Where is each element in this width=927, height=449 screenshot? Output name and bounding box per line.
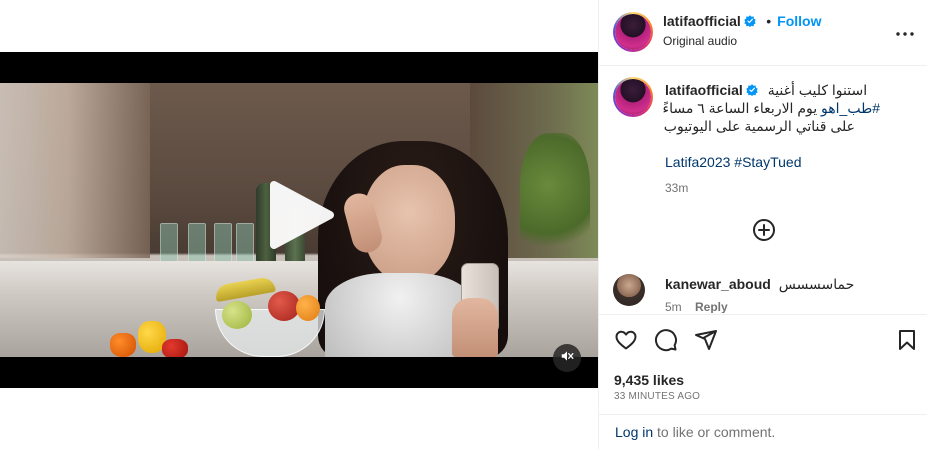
pepper bbox=[110, 333, 136, 357]
heart-icon bbox=[614, 328, 638, 357]
add-circle-icon bbox=[752, 219, 776, 246]
comment-reply-button[interactable]: Reply bbox=[695, 300, 728, 313]
video-player[interactable] bbox=[0, 52, 598, 388]
caption-line-2: #طب_اهو يوم الاربعاء الساعة ٦ مساءً bbox=[662, 99, 881, 117]
background-plant bbox=[520, 133, 590, 263]
bookmark-icon bbox=[895, 328, 919, 357]
glass bbox=[236, 223, 254, 263]
likes-count[interactable]: 9,435 likes bbox=[614, 372, 684, 388]
verified-badge-icon bbox=[746, 82, 758, 96]
comment-avatar[interactable] bbox=[613, 274, 645, 306]
caption-line-3: على قناتي الرسمية على اليوتيوب bbox=[663, 118, 855, 134]
avatar[interactable] bbox=[613, 12, 653, 52]
caption-area: latifaofficial استنوا كليب أغنية #طب_اهو… bbox=[599, 67, 927, 313]
more-options-button[interactable] bbox=[895, 22, 915, 42]
caption-hashtag[interactable]: #StayTued bbox=[734, 154, 801, 170]
post-actions: 9,435 likes 33 MINUTES AGO bbox=[599, 314, 927, 414]
caption-line-1: استنوا كليب أغنية bbox=[767, 82, 868, 98]
more-options-icon bbox=[896, 23, 914, 41]
apple-green bbox=[222, 301, 252, 329]
verified-badge-icon bbox=[744, 14, 756, 27]
post-panel: latifaofficial • Follow Original audio la… bbox=[598, 0, 927, 449]
media-area bbox=[0, 0, 598, 449]
play-icon[interactable] bbox=[264, 179, 336, 251]
share-icon bbox=[694, 328, 718, 357]
add-button[interactable] bbox=[752, 218, 776, 242]
caption-hashtag[interactable]: Latifa2023 bbox=[665, 154, 730, 170]
separator-dot: • bbox=[766, 13, 772, 29]
muted-speaker-icon bbox=[560, 349, 574, 368]
post-header: latifaofficial • Follow Original audio bbox=[599, 0, 927, 66]
share-button[interactable] bbox=[693, 329, 719, 355]
avatar-image bbox=[615, 14, 651, 50]
caption-avatar[interactable] bbox=[613, 77, 653, 117]
comment-item: kanewar_aboud حماسسسس 5m Reply bbox=[613, 272, 918, 313]
caption-time[interactable]: 33m bbox=[665, 179, 915, 197]
mute-button[interactable] bbox=[553, 344, 581, 372]
comment-text: حماسسسس bbox=[778, 276, 855, 292]
post-timestamp[interactable]: 33 MINUTES AGO bbox=[614, 391, 700, 402]
caption-hashtags: Latifa2023 #StayTued bbox=[665, 153, 915, 171]
caption: latifaofficial استنوا كليب أغنية #طب_اهو… bbox=[662, 81, 915, 197]
comment-button[interactable] bbox=[653, 328, 679, 357]
caption-username[interactable]: latifaofficial bbox=[665, 82, 743, 98]
comment-icon bbox=[654, 328, 678, 357]
login-link[interactable]: Log in bbox=[615, 424, 653, 440]
background-wall-left bbox=[0, 83, 150, 258]
save-button[interactable] bbox=[894, 329, 920, 355]
audio-label[interactable]: Original audio bbox=[663, 34, 737, 48]
comment-username[interactable]: kanewar_aboud bbox=[665, 276, 771, 292]
login-prompt: Log in to like or comment. bbox=[599, 414, 927, 449]
avatar-image bbox=[615, 79, 651, 115]
follow-button[interactable]: Follow bbox=[777, 13, 821, 29]
orange bbox=[296, 295, 320, 321]
glass bbox=[188, 223, 206, 263]
caption-line-2-text: يوم الاربعاء الساعة ٦ مساءً bbox=[662, 100, 822, 116]
like-button[interactable] bbox=[613, 329, 639, 355]
person-hand-phone bbox=[452, 298, 498, 357]
comment-time[interactable]: 5m bbox=[665, 300, 682, 313]
login-text: Log in to like or comment. bbox=[615, 424, 775, 440]
caption-hashtag[interactable]: #طب_اهو bbox=[821, 100, 880, 116]
glass bbox=[214, 223, 232, 263]
glass bbox=[160, 223, 178, 263]
header-username[interactable]: latifaofficial bbox=[663, 13, 741, 29]
login-rest-text: to like or comment. bbox=[653, 424, 776, 440]
pepper bbox=[162, 339, 188, 357]
